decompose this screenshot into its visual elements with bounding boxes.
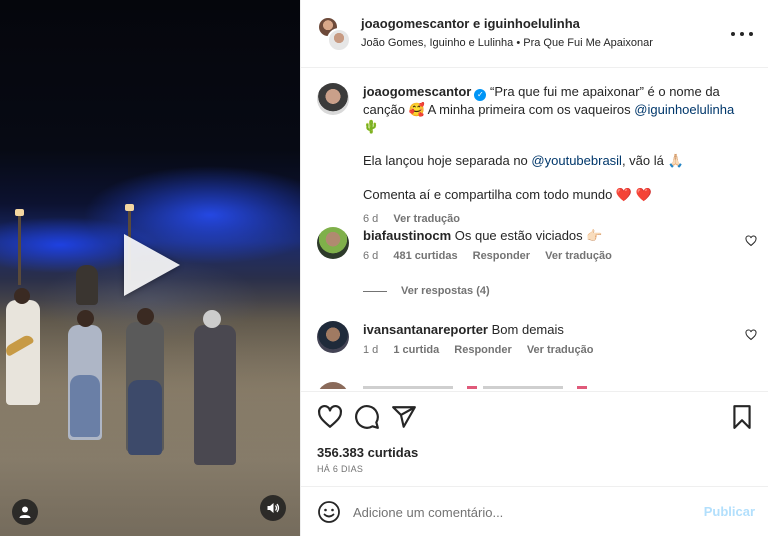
emoji-icon[interactable] <box>317 500 341 524</box>
post-comment-button[interactable]: Publicar <box>704 504 755 519</box>
heart-icon[interactable] <box>317 404 343 430</box>
post-media[interactable] <box>0 0 300 536</box>
timestamp: 6 d <box>363 213 379 225</box>
view-replies-button[interactable]: Ver respostas (4) <box>363 285 490 297</box>
avatar[interactable] <box>327 28 351 52</box>
heart-icon[interactable] <box>745 235 757 247</box>
caption-text: Comenta aí e compartilha com todo mundo … <box>363 187 652 202</box>
comment-username[interactable]: ivansantanareporter <box>363 322 488 337</box>
more-options-button[interactable] <box>731 24 753 44</box>
heart-icon[interactable] <box>745 329 757 341</box>
comment-likes[interactable]: 1 curtida <box>393 344 439 356</box>
collab-avatars[interactable] <box>317 16 351 52</box>
post-actions: 356.383 curtidas HÁ 6 DIAS <box>301 391 768 485</box>
comment-likes[interactable]: 481 curtidas <box>393 250 457 262</box>
caption: joaogomescantor ✓ “Pra que fui me apaixon… <box>317 83 757 225</box>
timestamp: 6 d <box>363 250 379 262</box>
play-icon[interactable] <box>124 234 180 296</box>
mention-link[interactable]: @iguinhoelulinha <box>634 102 734 117</box>
avatar[interactable] <box>317 321 349 353</box>
post-subtitle[interactable]: João Gomes, Iguinho e Lulinha • Pra Que … <box>361 37 653 49</box>
reply-button[interactable]: Responder <box>473 250 530 262</box>
comment-icon[interactable] <box>354 404 380 430</box>
bookmark-icon[interactable] <box>729 404 755 430</box>
translate-link[interactable]: Ver tradução <box>545 250 612 262</box>
comment-item: biafaustinocm Os que estão viciados 👉🏻 6… <box>317 227 757 267</box>
caption-username[interactable]: joaogomescantor <box>363 84 471 99</box>
comment-username[interactable]: biafaustinocm <box>363 228 451 243</box>
user-tag-button[interactable] <box>12 499 38 525</box>
verified-icon: ✓ <box>474 89 487 101</box>
user-tag-icon <box>19 506 31 518</box>
add-comment-bar: Publicar <box>301 486 768 536</box>
post-authors: joaogomescantor e iguinhoelulinha <box>361 16 580 31</box>
volume-icon <box>267 503 280 513</box>
post-header: joaogomescantor e iguinhoelulinha João G… <box>301 0 768 68</box>
comment-text: Os que estão viciados 👉🏻 <box>454 228 603 243</box>
comment-item-partial <box>317 382 757 389</box>
comment-item: ivansantanareporter Bom demais 1 d 1 cur… <box>317 321 757 361</box>
author-link[interactable]: joaogomescantor <box>361 16 469 31</box>
post-panel: joaogomescantor e iguinhoelulinha João G… <box>300 0 768 536</box>
reply-button[interactable]: Responder <box>454 344 511 356</box>
comment-text: Bom demais <box>491 322 564 337</box>
volume-button[interactable] <box>260 495 286 521</box>
avatar[interactable] <box>317 83 349 115</box>
timestamp: 1 d <box>363 344 379 356</box>
comment-input[interactable] <box>353 501 683 523</box>
translate-link[interactable]: Ver tradução <box>393 213 460 225</box>
share-icon[interactable] <box>391 404 417 430</box>
comments-list[interactable]: joaogomescantor ✓ “Pra que fui me apaixon… <box>301 69 768 389</box>
post-date: HÁ 6 DIAS <box>317 464 364 474</box>
author-link[interactable]: iguinhoelulinha <box>484 16 580 31</box>
mention-link[interactable]: @youtubebrasil <box>531 153 622 168</box>
translate-link[interactable]: Ver tradução <box>527 344 594 356</box>
more-icon <box>731 32 735 36</box>
performer-4 <box>194 325 236 465</box>
avatar[interactable] <box>317 227 349 259</box>
avatar[interactable] <box>317 382 349 389</box>
likes-count[interactable]: 356.383 curtidas <box>317 445 418 460</box>
